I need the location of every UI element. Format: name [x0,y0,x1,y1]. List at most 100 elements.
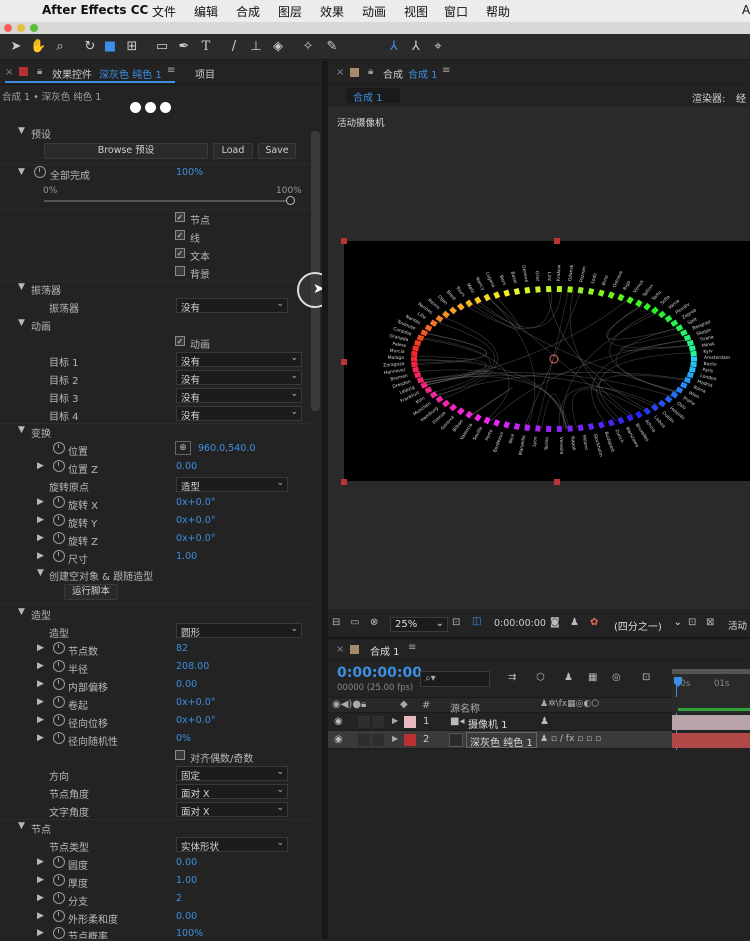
roundness-stopwatch-icon[interactable] [53,856,65,868]
save-button[interactable]: Save [258,143,296,159]
layer-2-duration-bar[interactable] [672,733,750,748]
view-axis-icon[interactable]: ⌖ [430,39,446,55]
safe-zones-icon[interactable]: ◫ [472,616,481,627]
timeline-timecode[interactable]: 0:00:00:00 [337,665,422,681]
inner-offset-stopwatch-icon[interactable] [53,678,65,690]
rotation-y-expand-icon[interactable]: ▶ [37,515,44,525]
position-z-expand-icon[interactable]: ▶ [37,461,44,471]
node-count-value[interactable]: 82 [176,643,188,654]
node-type-dropdown[interactable]: 实体形状 ⌄ [176,837,288,853]
fit-icon[interactable]: ⊡ [452,617,460,628]
show-snapshot-icon[interactable]: ♟ [570,617,579,628]
rotation-origin-dropdown[interactable]: 造型 ⌄ [176,477,288,493]
line-checkbox[interactable]: ✓ [175,230,185,240]
position-value[interactable]: 960.0,540.0 [198,443,255,454]
mask-visibility-icon[interactable]: ⊗ [370,617,378,628]
clone-stamp-tool-icon[interactable]: ⊥ [248,39,264,55]
radial-random-expand-icon[interactable]: ▶ [37,733,44,743]
rotation-x-value[interactable]: 0x+0.0° [176,497,215,508]
align-checkbox[interactable] [175,750,185,760]
renderer-value[interactable]: 经 [736,90,746,105]
color-channels-icon[interactable]: ✿ [590,617,598,628]
graph-editor-icon[interactable]: ⊡ [642,672,650,683]
layer-2-switches-icons[interactable]: ♟ ▫ / fx ▫ ▫ ▫ [540,734,601,744]
background-checkbox[interactable] [175,266,185,276]
pan-behind-tool-icon[interactable]: ⊞ [124,39,140,55]
layer-1-label-color[interactable] [404,716,416,728]
pen-tool-icon[interactable]: ✒ [176,39,192,55]
draft-3d-icon[interactable]: ⬡ [536,672,545,683]
handle-tc[interactable] [554,238,560,244]
complete-slider-track[interactable] [44,200,290,202]
menu-layer[interactable]: 图层 [278,3,302,20]
handle-bc[interactable] [554,479,560,485]
curl-value[interactable]: 0x+0.0° [176,697,215,708]
monitor-icon[interactable]: ▭ [350,617,359,628]
layer-1-lock-box[interactable] [372,716,384,728]
eraser-tool-icon[interactable]: ◈ [270,39,286,55]
comp-panel-menu-icon[interactable]: ≡ [442,65,450,76]
layer-2-visibility-icon[interactable]: ◉ [334,734,343,745]
curl-expand-icon[interactable]: ▶ [37,697,44,707]
viewer-area[interactable]: 活动摄像机 Amsterdam Berlin Paris London Madrid Ro… [328,107,750,609]
node-probability-stopwatch-icon[interactable] [53,927,65,939]
menu-help[interactable]: 帮助 [486,3,510,20]
motion-blur-icon[interactable]: ◎ [612,672,621,683]
oscillator-dropdown[interactable]: 没有 ⌄ [176,298,288,314]
load-button[interactable]: Load [213,143,253,159]
handle-ml[interactable] [341,359,347,365]
node-checkbox[interactable]: ✓ [175,212,185,222]
node-angle-dropdown[interactable]: 面对 X ⌄ [176,784,288,800]
thickness-expand-icon[interactable]: ▶ [37,875,44,885]
animation-expand-icon[interactable]: ▼ [18,318,25,328]
feather-expand-icon[interactable]: ▶ [37,911,44,921]
node-group-expand-icon[interactable]: ▼ [18,821,25,831]
shape-dropdown[interactable]: 圆形 ⌄ [176,623,302,639]
node-count-expand-icon[interactable]: ▶ [37,643,44,653]
viewer-timecode[interactable]: 0:00:00:00 [494,618,546,629]
roundness-expand-icon[interactable]: ▶ [37,857,44,867]
puppet-pin-tool-icon[interactable]: ✎ [324,39,340,55]
stopwatch-icon[interactable] [34,166,46,178]
rotation-z-stopwatch-icon[interactable] [53,532,65,544]
menu-animation[interactable]: 动画 [362,3,386,20]
menu-file[interactable]: 文件 [152,3,176,20]
frame-blending-icon[interactable]: ▦ [588,672,597,683]
layer-2-solo-box[interactable] [358,734,370,746]
null-object-expand-icon[interactable]: ▼ [37,568,44,578]
run-script-button[interactable]: 运行脚本 [64,584,118,600]
feather-value[interactable]: 0.00 [176,911,197,922]
position-stopwatch-icon[interactable] [53,442,65,454]
zoom-dropdown[interactable]: 25% ⌄ [390,617,448,632]
transform-expand-icon[interactable]: ▼ [18,425,25,435]
complete-slider-thumb[interactable] [286,196,295,205]
size-expand-icon[interactable]: ▶ [37,551,44,561]
radial-position-stopwatch-icon[interactable] [53,714,65,726]
zoom-window-button[interactable] [30,24,38,32]
radial-position-value[interactable]: 0x+0.0° [176,715,215,726]
presets-expand-icon[interactable]: ▼ [18,126,25,136]
rotation-z-expand-icon[interactable]: ▶ [37,533,44,543]
target-2-dropdown[interactable]: 没有 ⌄ [176,370,302,386]
oscillator-expand-icon[interactable]: ▼ [18,282,25,292]
close-comp-tab-icon[interactable]: × [336,67,344,78]
transparency-grid-icon[interactable]: ⊠ [706,617,714,628]
minimize-window-button[interactable] [17,24,25,32]
comp-tab-label[interactable]: 合成 [383,66,403,81]
brush-tool-icon[interactable]: / [226,39,242,55]
comp-lock-icon[interactable]: 🔒︎ [368,66,373,77]
radial-position-expand-icon[interactable]: ▶ [37,715,44,725]
handle-tl[interactable] [341,238,347,244]
comp-subtab[interactable]: 合成 1 [346,88,400,104]
layer-row-1[interactable]: ◉ ▶ 1 ■◂ 摄像机 1 ♟ [328,713,672,731]
layer-2-label-color[interactable] [404,734,416,746]
layer-2-lock-box[interactable] [372,734,384,746]
rotation-y-value[interactable]: 0x+0.0° [176,515,215,526]
node-probability-expand-icon[interactable]: ▶ [37,928,44,938]
rotation-z-value[interactable]: 0x+0.0° [176,533,215,544]
type-tool-icon[interactable]: T [198,39,214,55]
handle-bl[interactable] [341,479,347,485]
branch-expand-icon[interactable]: ▶ [37,893,44,903]
region-of-interest-icon[interactable]: ⊡ [688,617,696,628]
menu-window[interactable]: 窗口 [444,3,468,20]
